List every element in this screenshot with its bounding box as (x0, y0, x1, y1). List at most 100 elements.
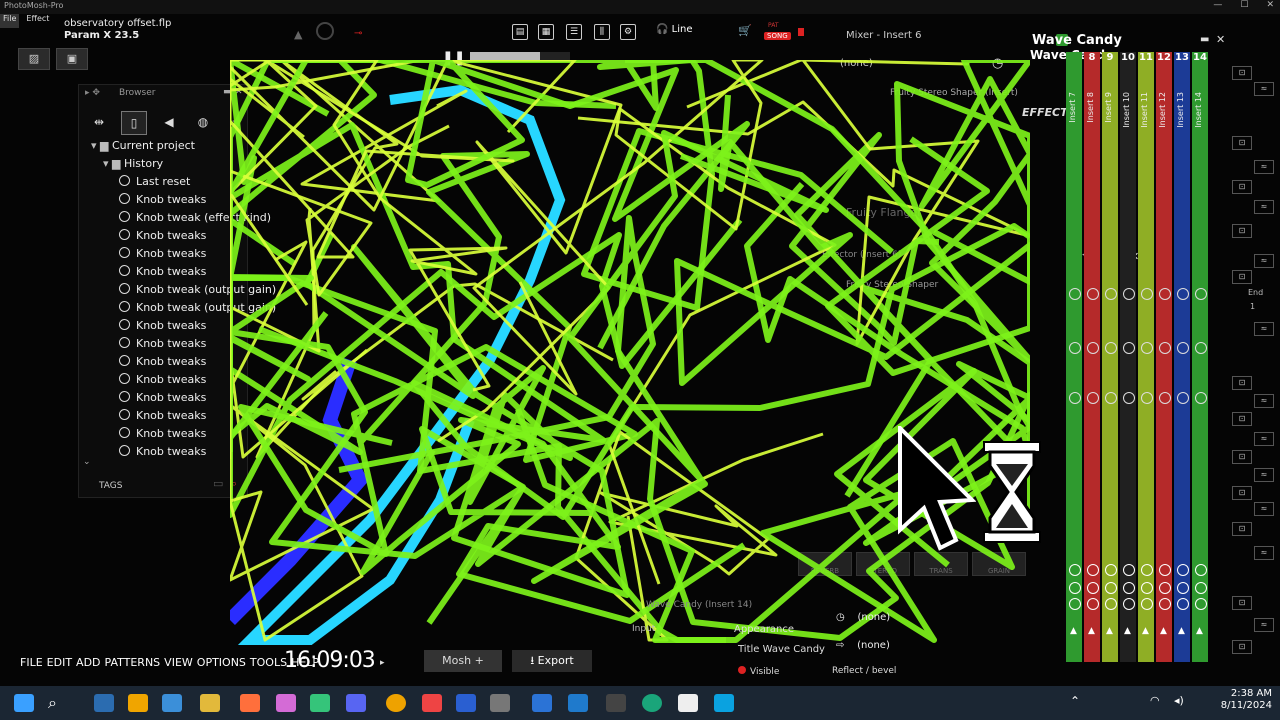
chrome-icon[interactable] (386, 694, 406, 712)
system-clock[interactable]: 2:38 AM 8/11/2024 (1221, 688, 1272, 712)
strip-knob[interactable] (1195, 288, 1207, 300)
side-tool-icon[interactable]: ⊡ (1232, 270, 1252, 284)
windows-start-icon[interactable] (14, 694, 34, 712)
history-item[interactable]: Knob tweaks (87, 245, 247, 263)
scroll-down-icon[interactable]: ⌄ (83, 457, 91, 467)
side-tool-icon[interactable]: ⊡ (1232, 596, 1252, 610)
side-tool-icon[interactable]: ≈ (1254, 322, 1274, 336)
mixer-strip[interactable]: 9 Insert 9 ▲ (1102, 52, 1118, 662)
strip-send-icon[interactable]: ▲ (1124, 626, 1131, 636)
mixer-strip[interactable]: 11 Insert 11 ▲ (1138, 52, 1154, 662)
strip-route-button[interactable] (1105, 598, 1117, 610)
strip-route-button[interactable] (1069, 564, 1081, 576)
song-mode-button[interactable]: SONG (764, 32, 791, 40)
strip-knob[interactable] (1087, 342, 1099, 354)
strip-knob[interactable] (1195, 342, 1207, 354)
mixer-strip[interactable]: 13 Insert 13 ▲ (1174, 52, 1190, 662)
strip-route-button[interactable] (1195, 564, 1207, 576)
strip-route-button[interactable] (1105, 564, 1117, 576)
bottom-menu-item[interactable]: PATTERNS (105, 656, 161, 669)
history-item[interactable]: Last reset (87, 173, 247, 191)
strip-route-button[interactable] (1123, 598, 1135, 610)
side-tool-icon[interactable]: ≈ (1254, 468, 1274, 482)
app-icon-2[interactable] (128, 694, 148, 712)
folder-taskbar-icon[interactable] (200, 694, 220, 712)
side-tool-icon[interactable]: ≈ (1254, 160, 1274, 174)
browser-arrows-icon[interactable]: ▸ ✥ (85, 88, 100, 98)
strip-knob[interactable] (1177, 288, 1189, 300)
strip-send-icon[interactable]: ▲ (1088, 626, 1095, 636)
file-icon[interactable]: ▯ (121, 111, 147, 135)
strip-route-button[interactable] (1195, 598, 1207, 610)
export-button[interactable]: ⭳ Export (512, 650, 592, 672)
search-taskbar-icon[interactable]: ⌕ (48, 694, 68, 712)
strip-route-button[interactable] (1069, 598, 1081, 610)
bottom-menu-item[interactable]: ADD (76, 656, 100, 669)
discord-icon[interactable] (346, 694, 366, 712)
strip-knob[interactable] (1123, 288, 1135, 300)
tree-folder[interactable]: ▾ ▆ History (87, 155, 247, 173)
history-item[interactable]: Knob tweaks (87, 407, 247, 425)
side-tool-icon[interactable]: ⊡ (1232, 224, 1252, 238)
side-tool-icon[interactable]: ⊡ (1232, 66, 1252, 80)
side-tool-icon[interactable]: ⊡ (1232, 522, 1252, 536)
split-view-icon[interactable]: ▣ (56, 48, 88, 70)
strip-knob[interactable] (1159, 342, 1171, 354)
channel-rack-icon[interactable]: ▦ (538, 24, 554, 40)
tray-expand-icon[interactable]: ⌃ (1070, 694, 1080, 708)
stamp-icon[interactable]: ▲ (294, 28, 302, 41)
history-item[interactable]: Knob tweak (effect kind) (87, 209, 271, 227)
strip-knob[interactable] (1069, 392, 1081, 404)
history-item[interactable]: Knob tweaks (87, 443, 247, 461)
side-tool-icon[interactable]: ≈ (1254, 82, 1274, 96)
app-icon-12[interactable] (606, 694, 626, 712)
app-icon-9[interactable] (490, 694, 510, 712)
app-icon-8[interactable] (456, 694, 476, 712)
side-tool-icon[interactable]: ⊡ (1232, 376, 1252, 390)
slot-none-a[interactable]: ◷ (none) (836, 612, 890, 623)
side-tool-icon[interactable]: ≈ (1254, 502, 1274, 516)
app-icon-4[interactable] (240, 694, 260, 712)
history-item[interactable]: Knob tweaks (87, 317, 247, 335)
strip-knob[interactable] (1177, 342, 1189, 354)
strip-knob[interactable] (1087, 392, 1099, 404)
app-icon-10[interactable] (532, 694, 552, 712)
strip-knob[interactable] (1159, 392, 1171, 404)
side-tool-icon[interactable]: ≈ (1254, 618, 1274, 632)
side-tool-icon[interactable]: ≈ (1254, 546, 1274, 560)
strip-knob[interactable] (1105, 392, 1117, 404)
playlist-icon[interactable]: ☰ (566, 24, 582, 40)
side-tool-icon[interactable]: ≈ (1254, 254, 1274, 268)
cart-icon[interactable]: 🛒 (738, 24, 752, 37)
edge-icon[interactable] (642, 694, 662, 712)
visible-toggle[interactable]: Visible (738, 666, 779, 677)
strip-route-button[interactable] (1177, 598, 1189, 610)
mixer-close-icon[interactable]: ✕ (1216, 33, 1225, 46)
record-icon[interactable]: ⊸ (354, 28, 362, 39)
strip-knob[interactable] (1141, 392, 1153, 404)
strip-knob[interactable] (1087, 288, 1099, 300)
mixer-icon[interactable]: ⫼ (594, 24, 610, 40)
strip-route-button[interactable] (1123, 582, 1135, 594)
strip-send-icon[interactable]: ▲ (1160, 626, 1167, 636)
history-item[interactable]: Knob tweaks (87, 263, 247, 281)
strip-knob[interactable] (1195, 392, 1207, 404)
strip-knob[interactable] (1069, 288, 1081, 300)
side-tool-icon[interactable]: ⊡ (1232, 412, 1252, 426)
side-tool-icon[interactable]: ≈ (1254, 394, 1274, 408)
history-item[interactable]: Knob tweaks (87, 389, 247, 407)
strip-knob[interactable] (1123, 342, 1135, 354)
title-value[interactable]: Wave Candy (763, 644, 825, 655)
side-tool-icon[interactable]: ≈ (1254, 432, 1274, 446)
mixer-strip[interactable]: 12 Insert 12 ▲ (1156, 52, 1172, 662)
app-icon-11[interactable] (568, 694, 588, 712)
piano-roll-icon[interactable]: ▤ (512, 24, 528, 40)
mixer-strip[interactable]: 10 Insert 10 ▲ (1120, 52, 1136, 662)
strip-route-button[interactable] (1141, 582, 1153, 594)
side-tool-icon[interactable]: ⊡ (1232, 136, 1252, 150)
strip-route-button[interactable] (1141, 564, 1153, 576)
mixer-strip[interactable]: Insert 7 ▲ (1066, 52, 1082, 662)
history-item[interactable]: Knob tweaks (87, 353, 247, 371)
app-icon-3[interactable] (162, 694, 182, 712)
history-item[interactable]: Knob tweaks (87, 227, 247, 245)
